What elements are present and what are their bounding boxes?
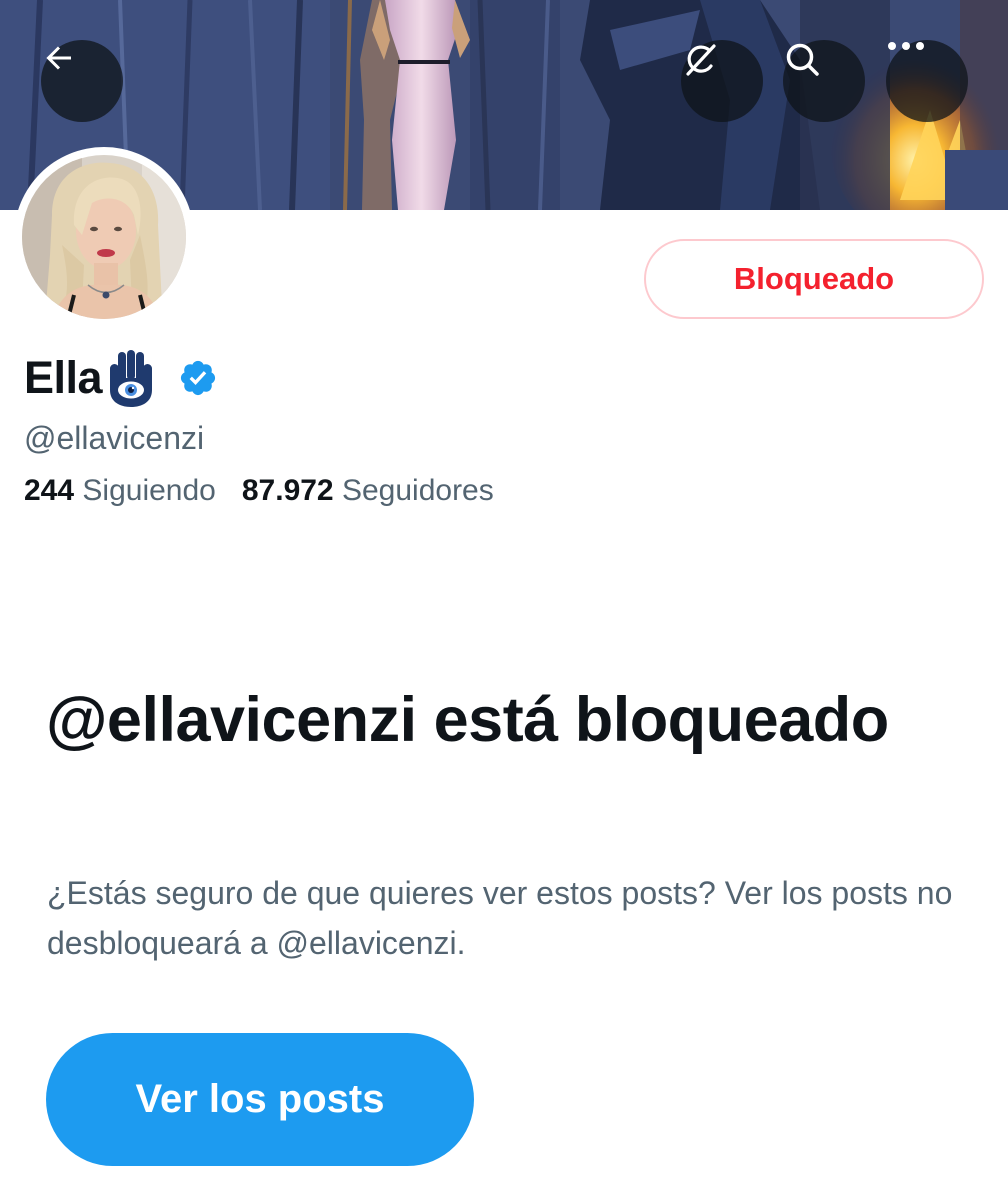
grok-icon xyxy=(686,44,716,76)
avatar-portrait-image xyxy=(22,155,186,319)
arrow-left-icon xyxy=(46,46,71,70)
following-stat[interactable]: 244 Siguiendo xyxy=(24,474,216,508)
profile-handle: @ellavicenzi xyxy=(24,420,205,456)
search-button[interactable] xyxy=(783,40,865,122)
more-options-button[interactable] xyxy=(886,40,968,122)
ellipsis-icon xyxy=(888,42,924,50)
view-posts-button[interactable]: Ver los posts xyxy=(46,1033,474,1166)
followers-stat[interactable]: 87.972 Seguidores xyxy=(242,474,494,508)
following-count: 244 xyxy=(24,474,75,507)
hamsa-icon xyxy=(110,350,153,407)
verified-badge-icon[interactable] xyxy=(178,358,218,398)
display-name: Ella xyxy=(24,352,103,403)
following-label: Siguiendo xyxy=(82,474,216,507)
grok-button[interactable] xyxy=(681,40,763,122)
profile-page: Bloqueado Ella @ellavicenzi 244 Siguiend… xyxy=(0,0,1008,1200)
profile-avatar[interactable] xyxy=(14,147,194,327)
back-button[interactable] xyxy=(41,40,123,122)
followers-label: Seguidores xyxy=(341,474,494,507)
search-icon xyxy=(786,43,819,76)
followers-count: 87.972 xyxy=(241,474,334,507)
profile-name-row: Ella xyxy=(24,346,218,410)
avatar-photo xyxy=(22,155,186,319)
blocked-notice-description: ¿Estás seguro de que quieres ver estos p… xyxy=(47,875,953,961)
follow-stats: 244 Siguiendo 87.972 Seguidores xyxy=(24,474,494,508)
view-posts-button-label: Ver los posts xyxy=(135,1077,385,1121)
blocked-notice-title: @ellavicenzi está bloqueado xyxy=(46,685,889,755)
blocked-button[interactable]: Bloqueado xyxy=(644,239,984,319)
blocked-button-label: Bloqueado xyxy=(733,261,895,296)
